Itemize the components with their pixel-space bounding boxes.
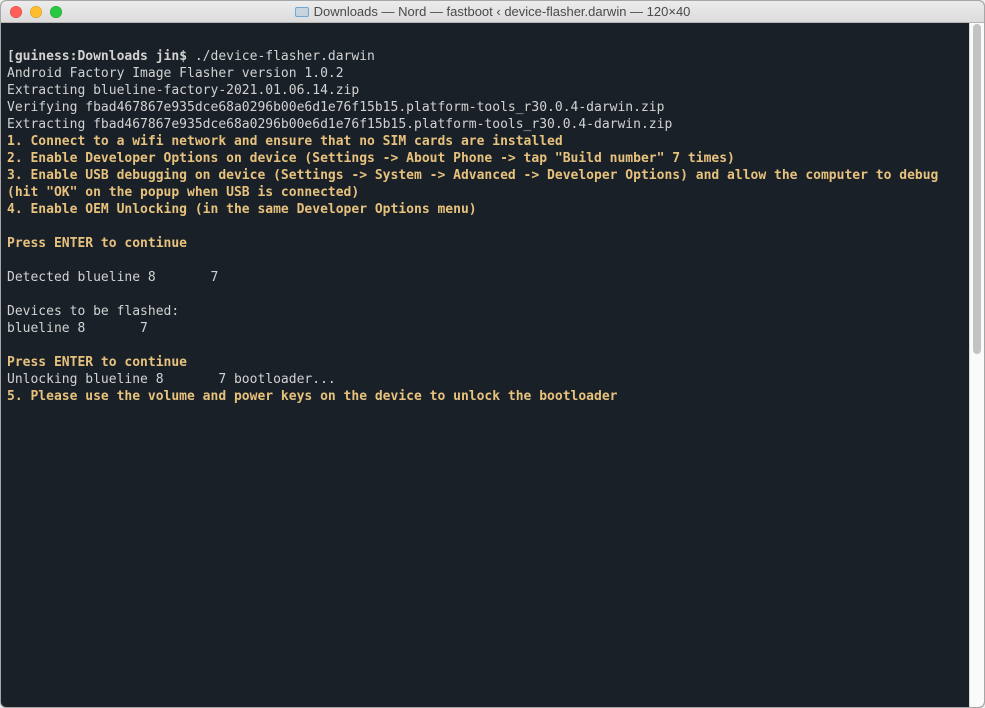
press-enter-prompt: Press ENTER to continue (7, 236, 187, 251)
traffic-lights (1, 6, 62, 18)
detected-line: Detected blueline 8 7 (7, 270, 218, 285)
instruction-step-4: 4. Enable OEM Unlocking (in the same Dev… (7, 202, 477, 217)
output-line: Verifying fbad467867e935dce68a0296b00e6d… (7, 100, 664, 115)
terminal-body[interactable]: [guiness:Downloads jin$ ./device-flasher… (1, 23, 984, 707)
output-line: Extracting fbad467867e935dce68a0296b00e6… (7, 117, 672, 132)
scrollbar-track[interactable] (969, 23, 984, 707)
close-button[interactable] (10, 6, 22, 18)
output-line: Android Factory Image Flasher version 1.… (7, 66, 344, 81)
folder-icon (295, 7, 309, 17)
terminal-window: Downloads — Nord — fastboot ‹ device-fla… (0, 0, 985, 708)
terminal-output: [guiness:Downloads jin$ ./device-flasher… (7, 31, 980, 422)
window-title: Downloads — Nord — fastboot ‹ device-fla… (1, 4, 984, 19)
devices-header: Devices to be flashed: (7, 304, 179, 319)
command-text: ./device-flasher.darwin (195, 49, 375, 64)
instruction-step-2: 2. Enable Developer Options on device (S… (7, 151, 735, 166)
unlock-line: Unlocking blueline 8 7 bootloader... (7, 372, 336, 387)
prompt: guiness:Downloads jin$ (15, 49, 195, 64)
devices-row: blueline 8 7 (7, 321, 148, 336)
window-title-text: Downloads — Nord — fastboot ‹ device-fla… (314, 4, 691, 19)
instruction-step-1: 1. Connect to a wifi network and ensure … (7, 134, 563, 149)
instruction-step-3-cont: (hit "OK" on the popup when USB is conne… (7, 185, 359, 200)
instruction-step-3: 3. Enable USB debugging on device (Setti… (7, 168, 938, 183)
instruction-step-5: 5. Please use the volume and power keys … (7, 389, 617, 404)
scrollbar-thumb[interactable] (973, 24, 981, 354)
window-titlebar[interactable]: Downloads — Nord — fastboot ‹ device-fla… (1, 1, 984, 23)
output-line: Extracting blueline-factory-2021.01.06.1… (7, 83, 359, 98)
minimize-button[interactable] (30, 6, 42, 18)
press-enter-prompt: Press ENTER to continue (7, 355, 187, 370)
maximize-button[interactable] (50, 6, 62, 18)
